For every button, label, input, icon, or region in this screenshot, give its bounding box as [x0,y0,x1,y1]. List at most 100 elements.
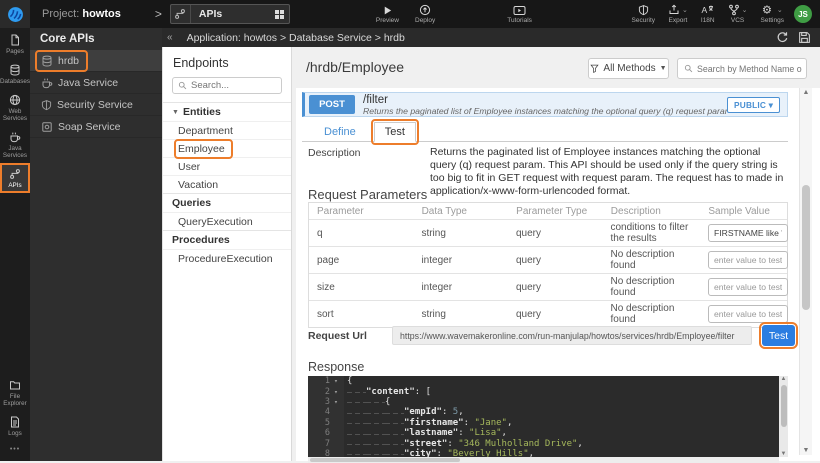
sample-value-input-page[interactable] [708,251,788,269]
scroll-up-icon[interactable]: ▲ [800,89,812,96]
settings-button[interactable]: ⚙⌄Settings [761,0,785,28]
methods-filter-dropdown[interactable]: All Methods ▼ [588,58,669,79]
code-line: { [344,376,788,386]
endpoints-section-queries[interactable]: Queries [163,193,291,212]
vcs-button[interactable]: ⌄VCS [728,0,748,28]
endpoints-section-entities[interactable]: ▼Entities [163,102,291,121]
code-token: , [502,428,507,438]
grid-icon[interactable] [275,10,284,19]
indent-guide [347,449,366,457]
endpoints-panel: Endpoints ▼EntitiesDepartmentEmployeeUse… [162,47,292,461]
wavemaker-logo-icon[interactable] [0,0,30,28]
indent-guide [347,397,366,407]
i18n-icon: A [701,4,714,16]
method-search[interactable] [677,58,807,79]
endpoint-item-label: Department [177,124,238,138]
refresh-icon[interactable] [776,31,789,44]
service-item-soap-service[interactable]: Soap Service [30,116,162,138]
fold-icon[interactable]: ▾ [330,398,342,406]
editor-hscrollbar-thumb[interactable] [310,458,460,462]
sidebar-item-databases[interactable]: Databases [1,60,29,88]
endpoint-item-vacation[interactable]: Vacation [163,175,291,193]
endpoints-section-procedures[interactable]: Procedures [163,230,291,249]
indent-guide [366,449,385,457]
scroll-up-icon[interactable]: ▲ [779,376,788,382]
tab-define[interactable]: Define [322,123,358,141]
code-token: : [ [415,387,431,397]
code-token: "content" [366,387,415,397]
detail-scrollbar-thumb[interactable] [802,185,810,310]
export-button[interactable]: ⌄Export [668,0,688,28]
endpoint-item-procedureexecution[interactable]: ProcedureExecution [163,249,291,267]
scroll-down-icon[interactable]: ▼ [779,451,788,457]
table-cell: No description found [602,274,700,300]
endpoints-search-input[interactable] [191,80,271,91]
service-item-security-service[interactable]: Security Service [30,94,162,116]
collapse-panel-icon[interactable]: « [162,32,173,43]
endpoint-item-user[interactable]: User [163,157,291,175]
sidebar-item-label: Databases [0,78,30,85]
column-header: Description [603,204,701,219]
fold-icon[interactable]: ▾ [330,377,342,385]
sidebar-item-web-services[interactable]: Web Services [1,90,29,125]
request-url-input[interactable] [392,326,752,345]
parameter-row-sort: sortstringqueryNo description found [309,300,787,327]
indent-guide [366,428,385,438]
soap-icon [41,121,53,133]
workspace-tab-apis[interactable]: APIs [170,4,290,24]
sample-value-input-sort[interactable] [708,305,788,323]
service-item-hrdb[interactable]: hrdb [30,50,162,72]
sidebar-item-java-services[interactable]: Java Services [1,127,29,162]
editor-horizontal-scrollbar[interactable] [308,457,779,463]
endpoint-item-department[interactable]: Department [163,121,291,139]
endpoint-path: /filter [363,94,727,106]
i18n-button[interactable]: AI18N [701,0,715,28]
endpoint-item-queryexecution[interactable]: QueryExecution [163,212,291,230]
sample-value-input-q[interactable] [708,224,788,242]
sidebar-item-apis[interactable]: APIs [1,164,29,192]
service-item-java-service[interactable]: Java Service [30,72,162,94]
line-number: 5 [308,418,330,428]
endpoints-search[interactable] [172,77,282,94]
code-token: , [458,407,463,417]
services-list: hrdb Java ServiceSecurity ServiceSoap Ser… [30,50,162,138]
service-item-label: hrdb [58,55,79,67]
sample-value-input-size[interactable] [708,278,788,296]
pages-icon [9,34,21,46]
database-icon [9,64,21,76]
logs-icon [9,416,21,428]
table-cell: query [508,226,603,241]
deploy-button[interactable]: Deploy [415,0,435,28]
sidebar-item-logs[interactable]: Logs [1,412,29,440]
test-button[interactable]: Test [762,325,795,346]
svg-text:A: A [702,5,708,15]
response-editor[interactable]: 1▾2▾3▾45678 {"content": [{"empId": 5,"fi… [308,376,788,457]
parameter-row-size: sizeintegerqueryNo description found [309,273,787,300]
user-avatar[interactable]: JS [794,5,812,23]
preview-button[interactable]: Preview [376,0,399,28]
editor-vertical-scrollbar[interactable]: ▲ ▼ [779,376,788,457]
action-label: Preview [376,17,399,24]
indent-guide [347,387,366,397]
endpoint-row-filter[interactable]: POST /filter Returns the paginated list … [302,92,788,117]
editor-scrollbar-thumb[interactable] [781,385,787,427]
sidebar-item-label: APIs [8,182,21,189]
rail-overflow-button[interactable]: ••• [10,440,20,461]
section-label: Queries [172,197,211,209]
fold-icon[interactable]: ▾ [330,388,342,396]
endpoint-item-employee[interactable]: Employee [163,139,291,157]
scroll-down-icon[interactable]: ▼ [800,447,812,454]
code-token: : [458,428,469,438]
tab-test[interactable]: Test [374,122,416,142]
sidebar-item-file-explorer[interactable]: File Explorer [1,375,29,410]
save-icon[interactable] [798,31,811,44]
action-label: VCS [731,17,744,24]
tutorials-button[interactable]: Tutorials [507,0,532,28]
sidebar-item-pages[interactable]: Pages [1,30,29,58]
security-button[interactable]: Security [632,0,655,28]
code-token: "Lisa" [469,428,502,438]
detail-scrollbar[interactable]: ▲ ▼ [799,88,812,455]
method-search-input[interactable] [697,64,802,74]
code-token: : [464,418,475,428]
visibility-dropdown[interactable]: PUBLIC ▾ [727,97,780,113]
